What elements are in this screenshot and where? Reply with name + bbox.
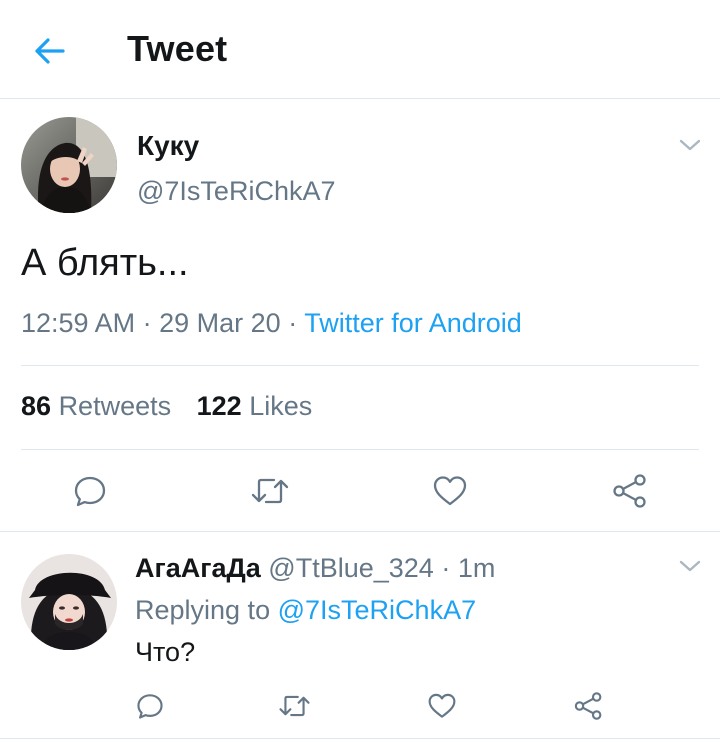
main-tweet: Куку @7IsTeRiChkA7 А блять... 12:59 AM ·… bbox=[0, 100, 720, 532]
reply-tweet[interactable]: АгаАгаДа @TtBlue_324 · 1m Replying to @7… bbox=[0, 533, 720, 739]
tweet-time: 12:59 AM bbox=[21, 308, 136, 338]
retweets-label: Retweets bbox=[58, 391, 172, 421]
meta-separator: · bbox=[142, 308, 152, 338]
tweet-stats: 86 Retweets 122 Likes bbox=[21, 391, 312, 422]
reply-retweet-button[interactable] bbox=[276, 689, 312, 723]
reply-time: 1m bbox=[457, 553, 496, 583]
reply-like-button[interactable] bbox=[424, 689, 460, 723]
reply-icon bbox=[137, 694, 163, 719]
reply-share-button[interactable] bbox=[570, 689, 606, 723]
heart-icon bbox=[428, 693, 456, 718]
share-icon bbox=[574, 692, 601, 720]
reply-author-handle[interactable]: @TtBlue_324 bbox=[268, 553, 434, 583]
replying-to-handle-link[interactable]: @7IsTeRiChkA7 bbox=[278, 595, 476, 625]
retweet-icon bbox=[251, 478, 289, 504]
like-button[interactable] bbox=[428, 470, 472, 512]
divider bbox=[21, 449, 699, 450]
back-button[interactable] bbox=[28, 30, 70, 72]
chevron-down-icon bbox=[679, 560, 701, 572]
top-app-bar: Tweet bbox=[0, 0, 720, 99]
replying-to: Replying to @7IsTeRiChkA7 bbox=[135, 595, 476, 626]
reply-button[interactable] bbox=[68, 470, 112, 512]
meta-separator: · bbox=[288, 308, 298, 338]
avatar[interactable] bbox=[21, 554, 117, 650]
tweet-source-link[interactable]: Twitter for Android bbox=[304, 308, 522, 338]
arrow-left-icon bbox=[35, 38, 65, 64]
avatar-image bbox=[21, 117, 117, 213]
reply-author-name[interactable]: АгаАгаДа bbox=[135, 553, 261, 583]
retweet-button[interactable] bbox=[248, 470, 292, 512]
retweets-stat[interactable]: 86 Retweets bbox=[21, 391, 171, 421]
replying-to-label: Replying to bbox=[135, 595, 271, 625]
share-icon bbox=[613, 474, 646, 508]
chevron-down-icon bbox=[679, 139, 701, 151]
divider bbox=[21, 365, 699, 366]
avatar-image bbox=[21, 554, 117, 650]
likes-count: 122 bbox=[196, 391, 242, 421]
reply-options-button[interactable] bbox=[676, 555, 704, 577]
tweet-text: А блять... bbox=[21, 242, 189, 284]
tweet-date: 29 Mar 20 bbox=[159, 308, 281, 338]
author-handle[interactable]: @7IsTeRiChkA7 bbox=[137, 176, 335, 207]
reply-header: АгаАгаДа @TtBlue_324 · 1m bbox=[135, 553, 495, 584]
retweets-count: 86 bbox=[21, 391, 52, 421]
reply-text: Что? bbox=[135, 637, 196, 667]
retweet-icon bbox=[278, 695, 310, 717]
tweet-options-button[interactable] bbox=[676, 134, 704, 156]
reply-reply-button[interactable] bbox=[132, 689, 168, 723]
heart-icon bbox=[433, 476, 467, 506]
reply-icon bbox=[74, 476, 106, 507]
share-button[interactable] bbox=[608, 470, 652, 512]
avatar[interactable] bbox=[21, 117, 117, 213]
likes-label: Likes bbox=[249, 391, 313, 421]
author-name[interactable]: Куку bbox=[137, 130, 199, 162]
meta-separator: · bbox=[441, 553, 451, 583]
tweet-meta: 12:59 AM · 29 Mar 20 · Twitter for Andro… bbox=[21, 308, 522, 339]
page-title: Tweet bbox=[127, 28, 228, 69]
likes-stat[interactable]: 122 Likes bbox=[197, 391, 313, 421]
